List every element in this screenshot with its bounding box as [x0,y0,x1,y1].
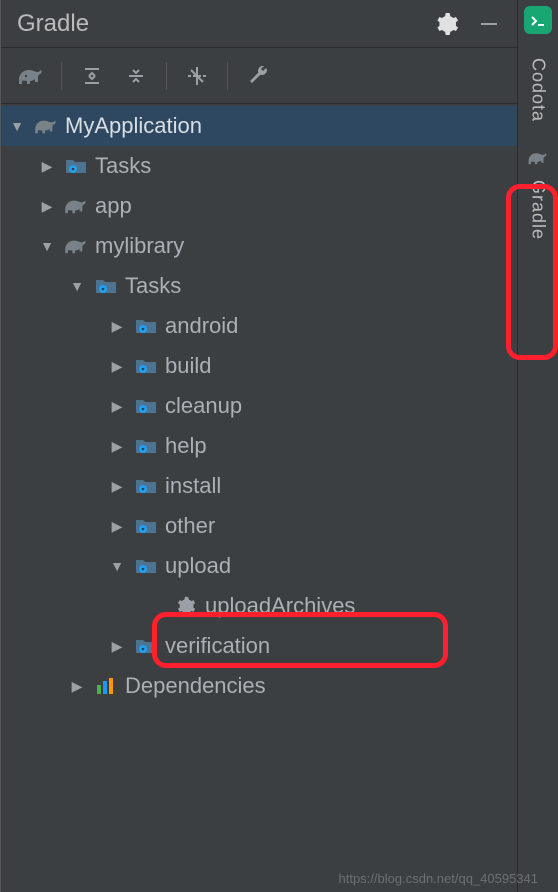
tree-node-tasks[interactable]: ▶ Tasks [1,146,517,186]
tree-node-other[interactable]: ▶ other [1,506,517,546]
chevron-right-icon[interactable]: ▶ [107,358,127,375]
toolbar [1,48,517,104]
sidebar-tab-codota[interactable]: Codota [528,52,549,128]
tree-label: uploadArchives [205,593,355,619]
folder-gear-icon [133,517,159,535]
tree-node-upload[interactable]: ▼ upload [1,546,517,586]
tree-label: verification [165,633,270,659]
collapse-all-icon[interactable] [118,58,154,94]
tree-node-cleanup[interactable]: ▶ cleanup [1,386,517,426]
gear-icon [173,596,199,616]
chevron-right-icon[interactable]: ▶ [107,318,127,335]
folder-gear-icon [133,397,159,415]
tree-label: MyApplication [65,113,202,139]
expand-all-icon[interactable] [74,58,110,94]
chevron-right-icon[interactable]: ▶ [107,478,127,495]
chevron-right-icon[interactable]: ▶ [37,158,57,175]
tree-node-install[interactable]: ▶ install [1,466,517,506]
panel-header: Gradle [1,0,517,48]
chevron-down-icon[interactable]: ▼ [37,238,57,254]
chevron-right-icon[interactable]: ▶ [107,638,127,655]
folder-gear-icon [93,277,119,295]
folder-gear-icon [133,477,159,495]
toggle-offline-icon[interactable] [179,58,215,94]
tree-label: mylibrary [95,233,184,259]
tree-node-verification[interactable]: ▶ verification [1,626,517,666]
gear-icon[interactable] [435,12,459,36]
dependencies-icon [93,677,119,695]
folder-gear-icon [133,637,159,655]
sidebar-tab-gradle[interactable]: Gradle [528,174,549,246]
chevron-down-icon[interactable]: ▼ [67,278,87,294]
tree-label: build [165,353,211,379]
chevron-right-icon[interactable]: ▶ [67,678,87,695]
tree-root[interactable]: ▼ MyApplication [1,106,517,146]
tree-task-uploadarchives[interactable]: ▶ uploadArchives [1,586,517,626]
folder-gear-icon [133,357,159,375]
folder-gear-icon [63,157,89,175]
chevron-right-icon[interactable]: ▶ [37,198,57,215]
folder-gear-icon [133,437,159,455]
chevron-right-icon[interactable]: ▶ [107,438,127,455]
tree-node-help[interactable]: ▶ help [1,426,517,466]
tree-label: android [165,313,238,339]
tree-label: Dependencies [125,673,266,699]
tree-label: Tasks [125,273,181,299]
chevron-right-icon[interactable]: ▶ [107,398,127,415]
refresh-gradle-icon[interactable] [13,58,49,94]
tree-label: Tasks [95,153,151,179]
elephant-icon [63,237,89,255]
tree-label: other [165,513,215,539]
tree-node-mylibrary[interactable]: ▼ mylibrary [1,226,517,266]
folder-gear-icon [133,557,159,575]
right-sidebar: Codota Gradle [518,0,558,892]
minimize-icon[interactable] [477,12,501,36]
tree-node-mylib-tasks[interactable]: ▼ Tasks [1,266,517,306]
panel-title: Gradle [17,10,435,38]
watermark: https://blog.csdn.net/qq_40595341 [339,871,539,886]
tree-node-dependencies[interactable]: ▶ Dependencies [1,666,517,706]
gradle-tree: ▼ MyApplication ▶ Tasks ▶ app ▼ m [1,104,517,892]
tree-label: cleanup [165,393,242,419]
tree-label: help [165,433,207,459]
folder-gear-icon [133,317,159,335]
task-settings-icon[interactable] [240,58,276,94]
chevron-right-icon[interactable]: ▶ [107,518,127,535]
codota-icon[interactable] [524,6,552,34]
chevron-down-icon[interactable]: ▼ [7,118,27,134]
elephant-icon [33,117,59,135]
tree-label: install [165,473,221,499]
tree-node-android[interactable]: ▶ android [1,306,517,346]
chevron-down-icon[interactable]: ▼ [107,558,127,574]
tree-label: upload [165,553,231,579]
elephant-icon [527,150,549,166]
elephant-icon [63,197,89,215]
tree-node-build[interactable]: ▶ build [1,346,517,386]
tree-node-app[interactable]: ▶ app [1,186,517,226]
tree-label: app [95,193,132,219]
